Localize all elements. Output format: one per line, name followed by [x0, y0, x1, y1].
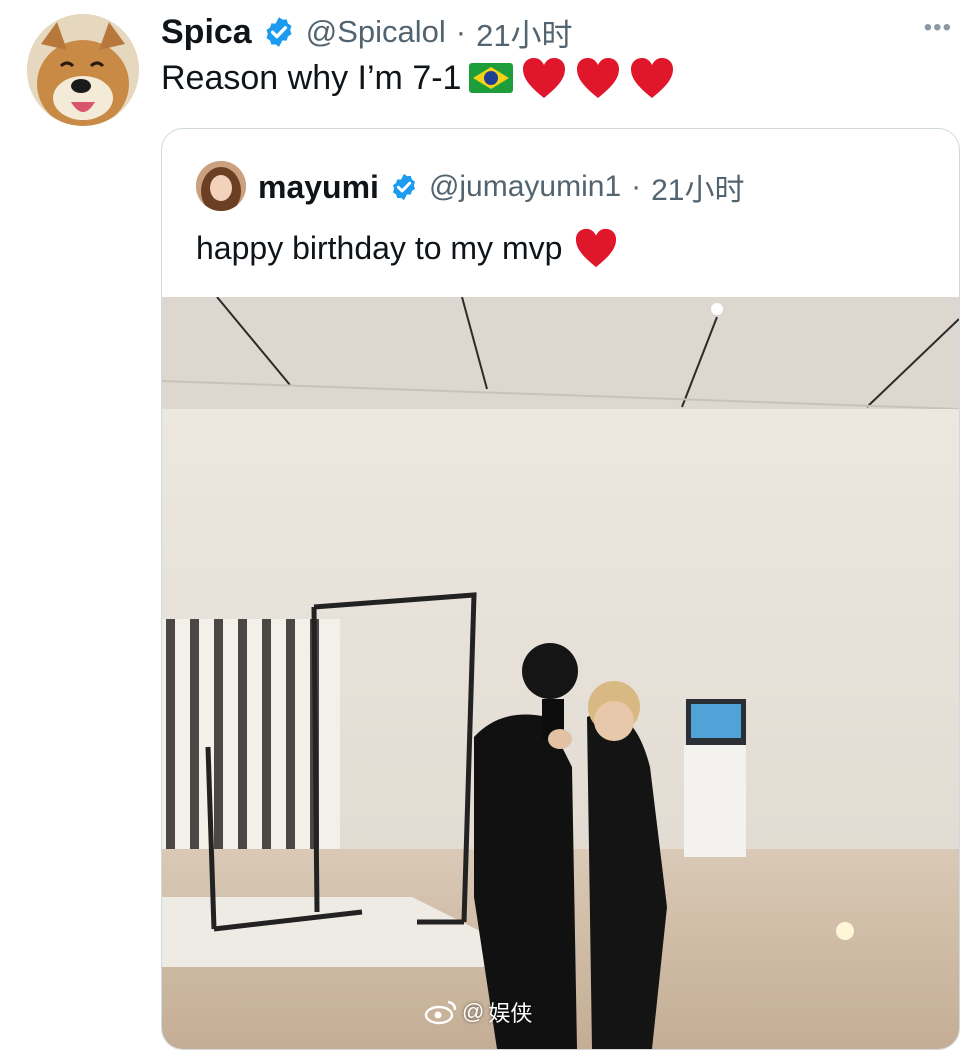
quoted-tweet-header: mayumi @jumayumin1 · 21小时: [258, 165, 745, 209]
author-avatar[interactable]: [27, 14, 139, 126]
weibo-watermark: @ 娱侠: [424, 996, 532, 1028]
red-heart-icon: [577, 58, 620, 98]
watermark-at: @: [462, 999, 485, 1024]
tweet-body: Reason why I’m 7-1: [161, 56, 675, 100]
watermark-text: 娱侠: [488, 1001, 533, 1026]
quoted-author-name[interactable]: mayumi: [258, 169, 379, 206]
quoted-tweet-body: happy birthday to my mvp: [196, 227, 618, 269]
weibo-logo-icon: [424, 1000, 457, 1025]
quoted-tweet-text: happy birthday to my mvp: [196, 229, 563, 266]
red-heart-icon: [523, 58, 566, 98]
tweet-photo[interactable]: [162, 297, 959, 1049]
verified-badge-icon: [392, 173, 415, 201]
tweet-header: Spica @Spicalol · 21小时: [161, 10, 573, 54]
dog-avatar-icon: [27, 14, 139, 126]
verified-badge-icon: [266, 17, 292, 47]
author-handle[interactable]: @Spicalol: [306, 14, 446, 50]
quoted-author-avatar[interactable]: [196, 161, 246, 211]
tweet-text: Reason why I’m 7-1: [161, 58, 462, 97]
tweet-timestamp[interactable]: 21小时: [476, 10, 572, 55]
quoted-tweet-timestamp[interactable]: 21小时: [651, 165, 744, 209]
red-heart-icon: [631, 58, 674, 98]
brazil-flag-icon: [469, 63, 514, 93]
author-name[interactable]: Spica: [161, 13, 252, 52]
separator-dot: ·: [455, 14, 467, 49]
red-heart-icon: [576, 228, 617, 268]
quoted-author-handle[interactable]: @jumayumin1: [429, 170, 621, 204]
more-options-icon[interactable]: •••: [924, 14, 952, 42]
separator-dot: ·: [631, 170, 642, 203]
person-avatar-icon: [196, 161, 246, 211]
quoted-tweet-card[interactable]: mayumi @jumayumin1 · 21小时 happy birthday…: [161, 128, 960, 1050]
